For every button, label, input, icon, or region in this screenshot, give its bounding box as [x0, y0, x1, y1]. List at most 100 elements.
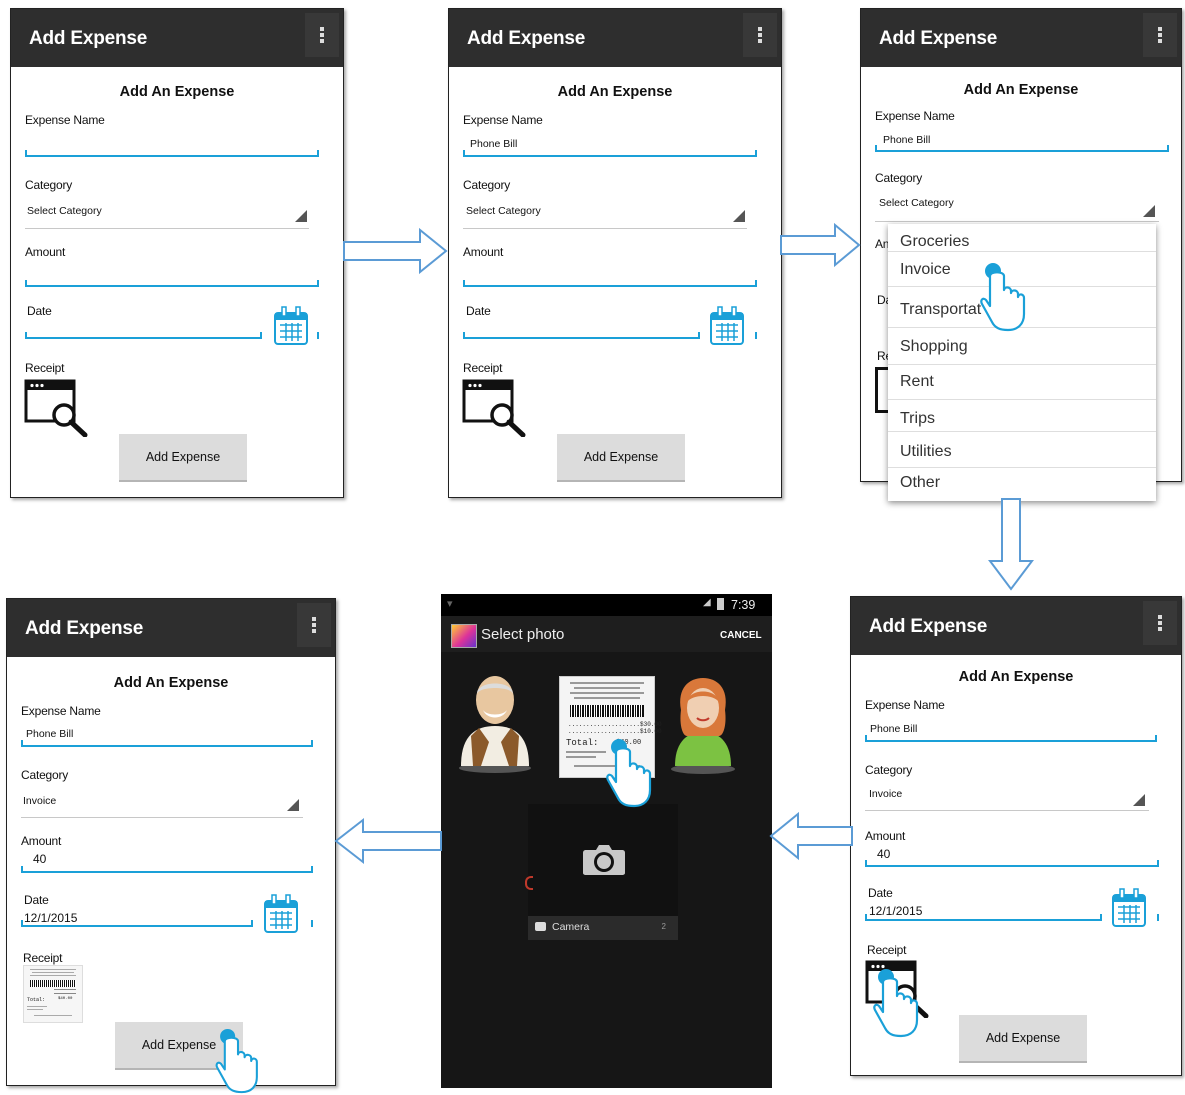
receipt-browse-icon[interactable]: [24, 379, 90, 437]
flow-arrow-left-icon: [769, 811, 853, 861]
amount-value[interactable]: 40: [33, 852, 46, 866]
category-value[interactable]: Invoice: [23, 795, 56, 807]
option-utilities[interactable]: Utilities: [900, 443, 952, 461]
amount-field[interactable]: [21, 866, 313, 873]
category-underline: [865, 810, 1149, 811]
option-other[interactable]: Other: [900, 474, 940, 492]
tap-hand-icon: [215, 1028, 258, 1094]
category-value[interactable]: Invoice: [869, 788, 902, 800]
app-bar: Add Expense: [7, 599, 335, 657]
form-heading: Add An Expense: [557, 84, 673, 100]
flow-arrow-down-icon: [988, 498, 1034, 591]
calendar-icon[interactable]: [708, 305, 746, 347]
woman-avatar-photo[interactable]: [667, 676, 739, 774]
date-value[interactable]: 12/1/2015: [869, 904, 922, 918]
option-shopping[interactable]: Shopping: [900, 338, 968, 356]
expense-name-value[interactable]: Phone Bill: [470, 138, 517, 150]
expense-name-value[interactable]: Phone Bill: [870, 723, 917, 735]
option-rent[interactable]: Rent: [900, 373, 934, 391]
date-field[interactable]: [865, 914, 1102, 921]
expense-name-field[interactable]: [865, 735, 1157, 742]
app-title: Add Expense: [869, 616, 988, 637]
battery-icon: [717, 598, 724, 610]
calendar-icon[interactable]: [272, 305, 310, 347]
app-bar: Add Expense: [449, 9, 781, 67]
date-label: Date: [868, 886, 893, 900]
app-bar: Add Expense: [861, 9, 1181, 67]
thumb-total-value: $40.00: [58, 997, 73, 1001]
receipt-line-1: ....................$30.00: [568, 721, 662, 728]
date-value[interactable]: 12/1/2015: [24, 911, 77, 925]
camera-label: Camera: [552, 921, 590, 933]
expense-name-field[interactable]: [463, 150, 757, 157]
dropdown-arrow-icon[interactable]: [733, 210, 745, 222]
date-label: Date: [466, 304, 491, 318]
expense-name-label: Expense Name: [25, 113, 105, 127]
screen-photo-picker: ▾ ◢ 7:39 Select photo CANCEL ...........…: [441, 594, 772, 1088]
expense-name-field[interactable]: [25, 150, 319, 157]
flow-arrow-right-icon: [343, 227, 448, 275]
category-label: Category: [865, 763, 913, 777]
screen-form-complete: Add Expense Add An Expense Expense Name …: [6, 598, 336, 1086]
camera-tile[interactable]: Camera 2: [528, 804, 678, 940]
category-select[interactable]: Select Category: [466, 205, 541, 217]
category-label: Category: [463, 178, 511, 192]
option-trips[interactable]: Trips: [900, 410, 935, 428]
receipt-label: Receipt: [25, 361, 65, 375]
amount-field[interactable]: [865, 860, 1159, 867]
date-field-end: [317, 332, 319, 339]
flow-arrow-right-icon: [780, 222, 861, 268]
receipt-icon-partial: [875, 367, 888, 413]
form-heading: Add An Expense: [963, 82, 1079, 98]
app-title: Add Expense: [29, 28, 148, 49]
option-groceries[interactable]: Groceries: [900, 233, 969, 251]
overflow-menu-icon[interactable]: [743, 13, 777, 57]
expense-name-value[interactable]: Phone Bill: [883, 134, 930, 146]
dropdown-arrow-icon[interactable]: [1143, 205, 1155, 217]
dropdown-arrow-icon[interactable]: [287, 799, 299, 811]
overflow-menu-icon[interactable]: [1143, 601, 1177, 645]
receipt-label: Receipt: [463, 361, 503, 375]
cancel-button[interactable]: CANCEL: [720, 630, 762, 641]
screen-empty-form: Add Expense Add An Expense Expense Name …: [10, 8, 344, 498]
wifi-icon: ▾: [447, 598, 453, 610]
calendar-icon[interactable]: [1110, 887, 1148, 929]
amount-value[interactable]: 40: [877, 847, 890, 861]
add-expense-button[interactable]: Add Expense: [959, 1015, 1087, 1063]
camera-icon: [583, 845, 625, 875]
amount-field[interactable]: [25, 280, 319, 287]
option-invoice[interactable]: Invoice: [900, 261, 951, 279]
category-select[interactable]: Select Category: [27, 205, 102, 217]
receipt-label: Receipt: [867, 943, 907, 957]
category-select[interactable]: Select Category: [879, 197, 954, 209]
receipt-thumbnail[interactable]: Total: $40.00: [23, 965, 83, 1023]
overflow-menu-icon[interactable]: [305, 13, 339, 57]
add-expense-button[interactable]: Add Expense: [557, 434, 685, 482]
man-avatar-photo[interactable]: [455, 670, 535, 774]
date-field-end: [755, 332, 757, 339]
amount-label: Amount: [463, 245, 504, 259]
overflow-menu-icon[interactable]: [1143, 13, 1177, 57]
date-field[interactable]: [463, 332, 700, 339]
category-label: Category: [875, 171, 923, 185]
expense-name-field[interactable]: [21, 740, 313, 747]
expense-name-field[interactable]: [875, 145, 1169, 152]
date-field[interactable]: [25, 332, 262, 339]
overflow-menu-icon[interactable]: [297, 603, 331, 647]
app-title: Add Expense: [879, 28, 998, 49]
date-field[interactable]: [21, 920, 253, 927]
expense-name-value[interactable]: Phone Bill: [26, 728, 73, 740]
form-heading: Add An Expense: [119, 84, 235, 100]
dropdown-arrow-icon[interactable]: [1133, 794, 1145, 806]
screen-name-filled: Add Expense Add An Expense Expense Name …: [448, 8, 782, 498]
form-heading: Add An Expense: [958, 669, 1074, 685]
add-expense-button[interactable]: Add Expense: [119, 434, 247, 482]
expense-name-label: Expense Name: [463, 113, 543, 127]
receipt-browse-icon[interactable]: [462, 379, 528, 437]
dropdown-arrow-icon[interactable]: [295, 210, 307, 222]
flow-arrow-left-icon: [334, 817, 442, 865]
amount-field[interactable]: [463, 280, 757, 287]
option-transportation[interactable]: Transportat: [900, 301, 981, 319]
app-title: Add Expense: [25, 618, 144, 639]
calendar-icon[interactable]: [262, 893, 300, 935]
